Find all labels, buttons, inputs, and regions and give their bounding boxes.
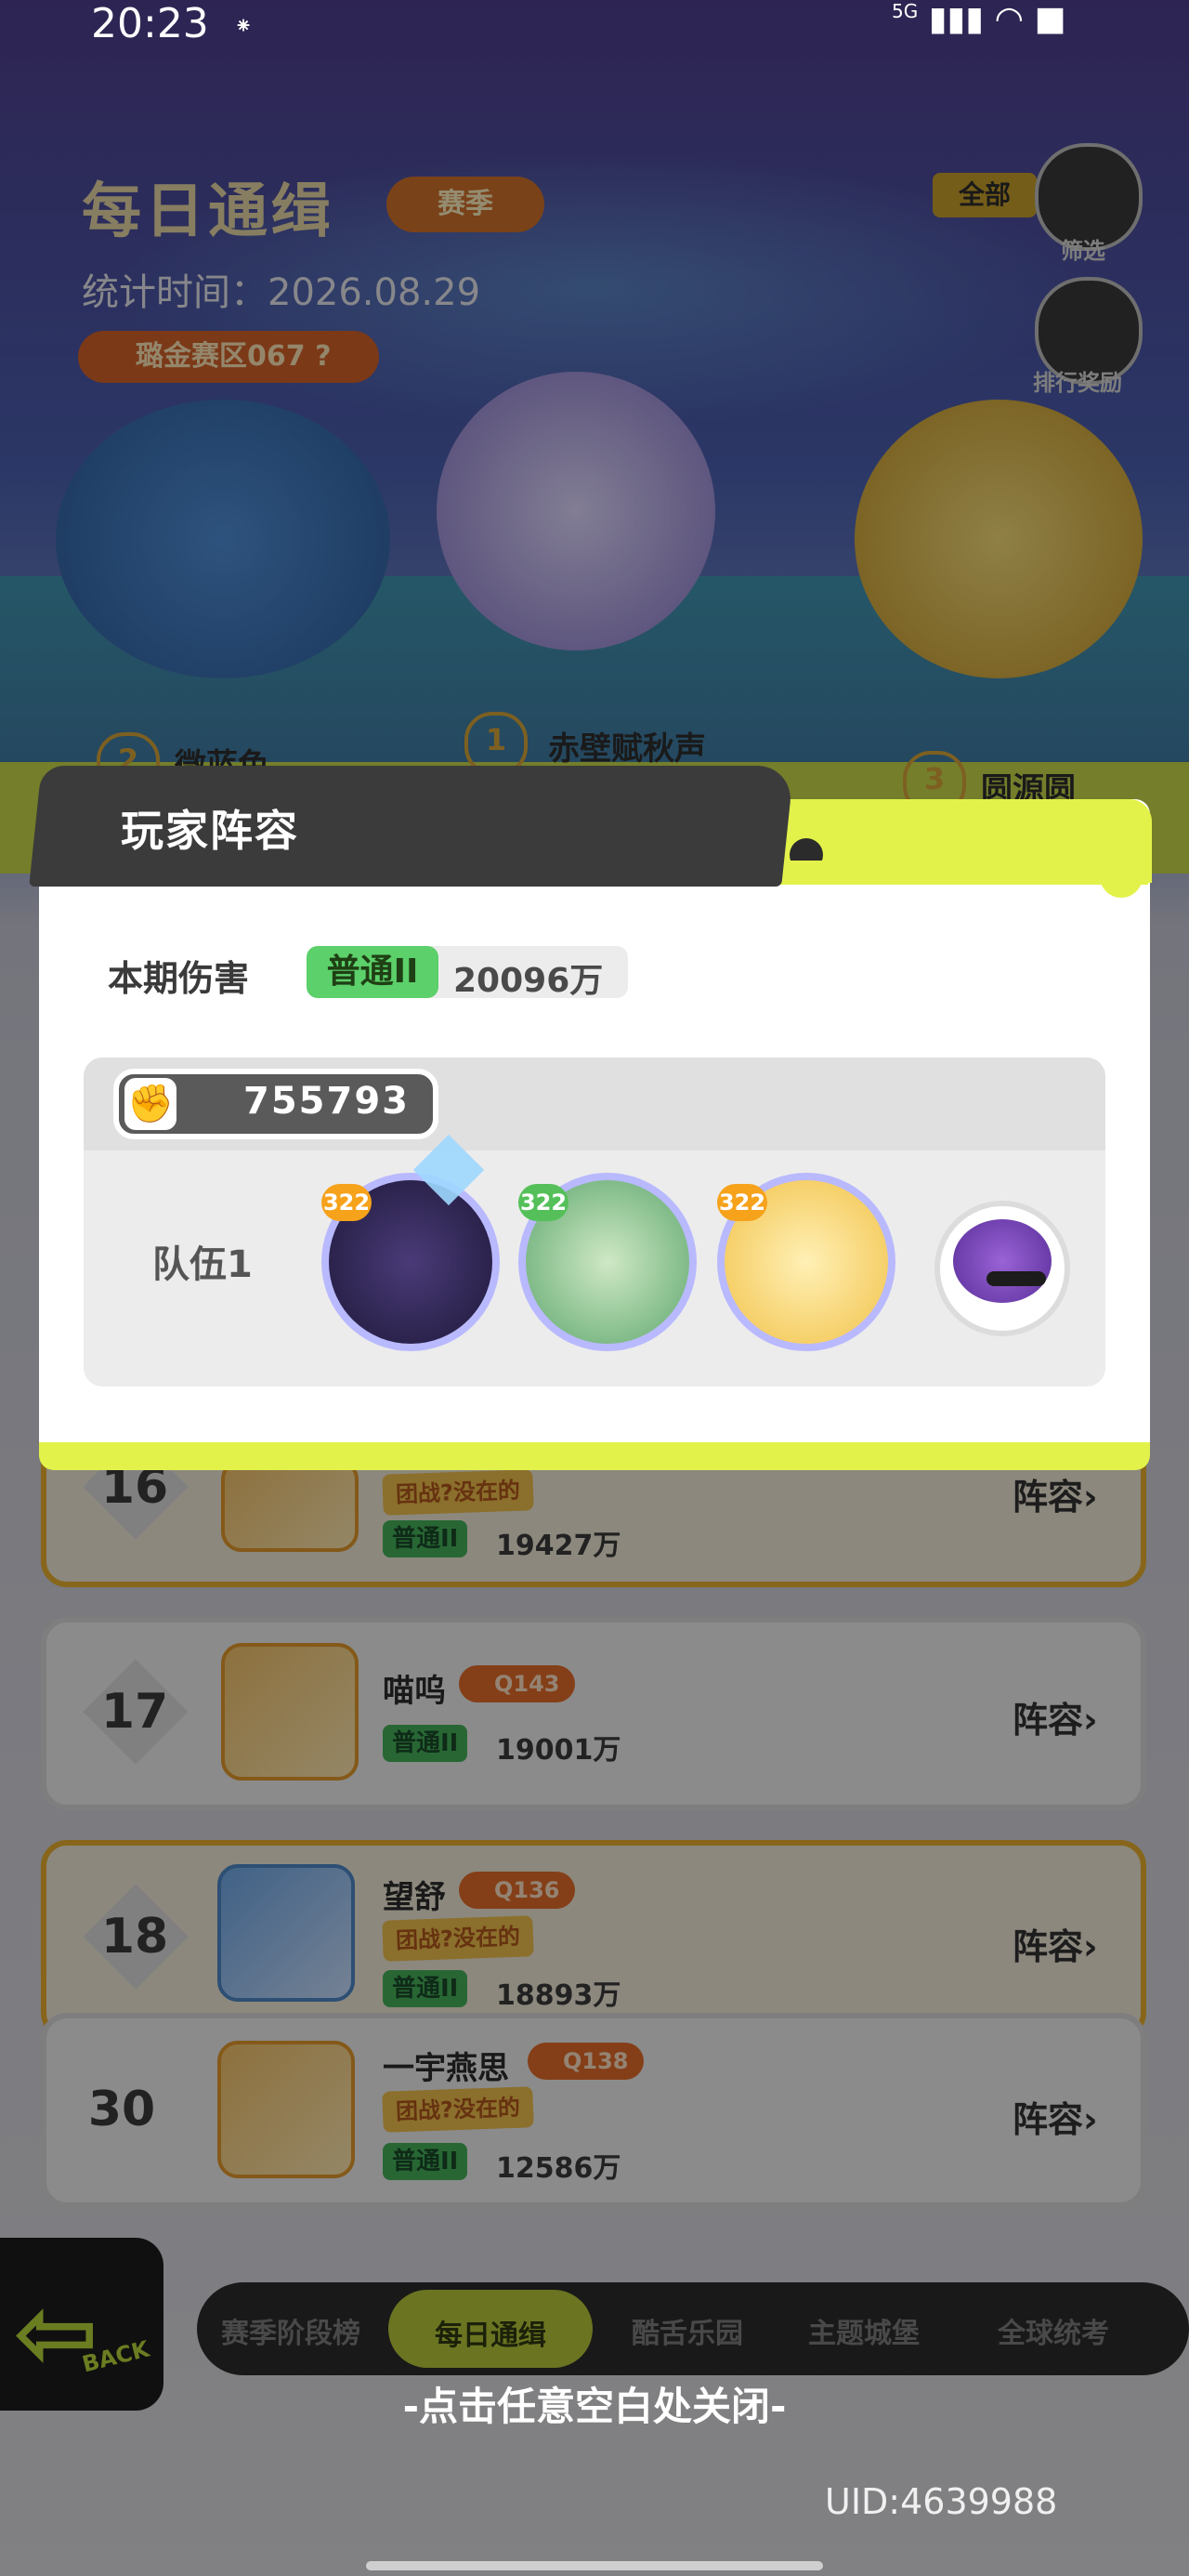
- uid-label: UID:4639988: [825, 2481, 1058, 2522]
- team-label: 队伍1: [152, 1243, 253, 1286]
- grape-body: [953, 1219, 1052, 1303]
- network-label: 5G: [892, 0, 919, 22]
- status-time: 20:23: [91, 0, 209, 47]
- modal-bottom-stripe: [39, 1442, 1150, 1470]
- hero-level: 322: [717, 1184, 767, 1221]
- grape-pet-icon[interactable]: [934, 1201, 1070, 1336]
- wifi-icon: ◠: [994, 0, 1024, 38]
- hero-level: 322: [321, 1184, 372, 1221]
- power-value: 755793: [243, 1080, 410, 1123]
- notification-icon: ⁕: [234, 13, 254, 39]
- tier-badge: 普通II: [307, 946, 438, 998]
- modal-title: 玩家阵容: [121, 806, 299, 856]
- sunglasses-icon: [986, 1271, 1046, 1286]
- status-icons: 5G ▮▮▮ ◠ ■: [892, 0, 1065, 38]
- close-hint: -点击任意空白处关闭-: [402, 2384, 787, 2429]
- fist-icon: ✊: [124, 1078, 176, 1130]
- home-indicator[interactable]: [366, 2561, 823, 2570]
- signal-icon: ▮▮▮: [928, 0, 985, 38]
- damage-value: 20096万: [453, 962, 604, 1000]
- cat-icon: ■: [1034, 0, 1066, 38]
- damage-label: 本期伤害: [108, 958, 250, 999]
- hero-level: 322: [518, 1184, 568, 1221]
